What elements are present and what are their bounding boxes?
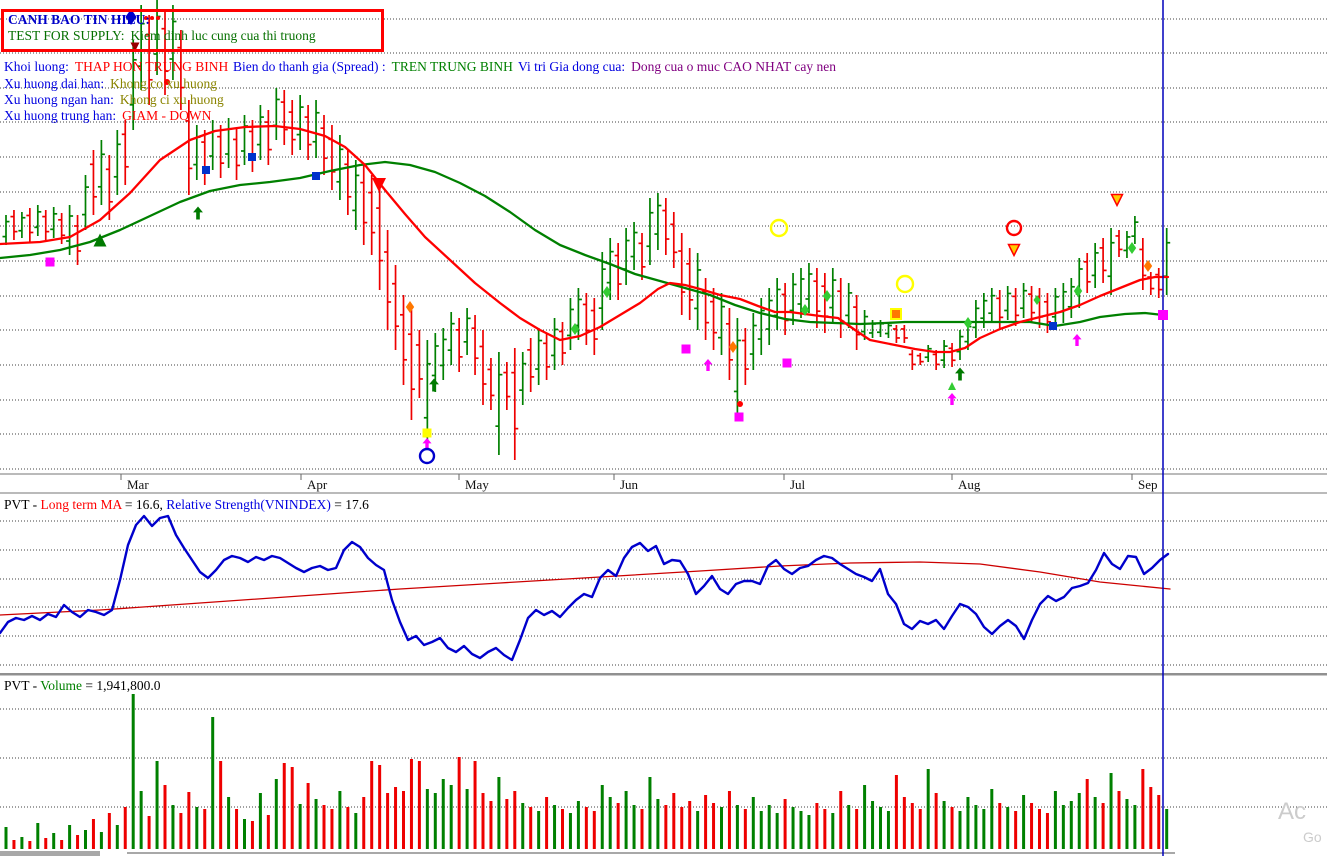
signal-arrow-up-marker	[429, 378, 439, 392]
signal-triangle-up-marker	[948, 382, 956, 390]
go-to-settings-watermark: Go	[1303, 829, 1322, 845]
month-axis-label: Apr	[307, 477, 328, 492]
alert-signal-text: Kiem dinh luc cung cua thi truong	[130, 28, 316, 43]
pvt-ma-value: = 16.6,	[121, 497, 167, 512]
signal-square-marker	[734, 412, 744, 422]
signal-arrow-up-marker	[955, 367, 965, 381]
signal-square-marker	[1049, 322, 1057, 330]
signal-square-marker	[890, 308, 902, 320]
month-axis-label: Jul	[790, 477, 806, 492]
volume-label: Volume	[40, 678, 83, 693]
chart-canvas: Mar Apr May Jun Jul Aug Sep	[0, 0, 1327, 856]
signal-triangle-down-marker	[1007, 243, 1021, 258]
signal-square-marker	[782, 358, 792, 368]
signal-arrow-up-marker	[1072, 334, 1082, 346]
scrollbar-thumb[interactable]	[0, 851, 100, 856]
pvt-line	[0, 514, 1170, 662]
month-axis-label: Mar	[127, 477, 149, 492]
panel-separator	[0, 673, 1327, 676]
pvt-rs-label: Relative Strength(VNINDEX)	[166, 497, 331, 512]
signal-circle-marker	[769, 218, 789, 238]
trend-short-label: Xu huong ngan han:	[4, 92, 114, 107]
alert-signal-label: TEST FOR SUPPLY:	[8, 28, 125, 43]
month-axis-label: May	[465, 477, 489, 492]
trend-long-value: Khong co xu huong	[110, 76, 217, 91]
signal-diamond-marker	[1143, 260, 1153, 272]
signal-square-marker	[1158, 310, 1168, 320]
pvt-ma-label: Long term MA	[40, 497, 122, 512]
status-row-trend-long: Xu huong dai han: Khong co xu huong	[4, 76, 217, 92]
volume-ticker: PVT -	[4, 678, 41, 693]
mid-term-ma-line	[0, 124, 1170, 354]
month-axis-label: Sep	[1138, 477, 1158, 492]
signal-square-marker	[202, 166, 210, 174]
signal-circle-marker	[418, 447, 436, 465]
month-axis-label: Jun	[620, 477, 639, 492]
close-position-value: Dong cua o muc CAO NHAT cay nen	[631, 59, 837, 74]
signal-diamond-marker	[1073, 285, 1083, 297]
trading-chart-window: Mar Apr May Jun Jul Aug Sep CANH BAO TIN HIEU:…	[0, 0, 1327, 856]
signal-square-marker	[312, 172, 320, 180]
pvt-ticker: PVT -	[4, 497, 41, 512]
activate-windows-watermark: Ac	[1278, 798, 1307, 825]
month-axis-label: Aug	[958, 477, 981, 492]
status-row-trend-short: Xu huong ngan han: Khong ci xu huong	[4, 92, 224, 108]
alert-title: CANH BAO TIN HIEU:	[8, 12, 150, 27]
trend-mid-label: Xu huong trung han:	[4, 108, 117, 123]
signal-diamond-marker	[405, 301, 415, 313]
trend-mid-value: GIAM - DOWN	[122, 108, 212, 123]
volume-status-value: THAP HON TRUNG BINH	[74, 59, 229, 74]
close-position-label: Vi tri Gia dong cua:	[518, 59, 626, 74]
trend-short-value: Khong ci xu huong	[119, 92, 224, 107]
signal-alert-box: CANH BAO TIN HIEU: TEST FOR SUPPLY: Kiem …	[1, 9, 384, 52]
signal-arrow-up-marker	[193, 206, 203, 220]
pvt-rs-value: = 17.6	[330, 497, 369, 512]
signal-square-marker	[422, 428, 432, 438]
signal-arrow-up-marker	[947, 393, 957, 405]
spread-status-value: TREN TRUNG BINH	[391, 59, 513, 74]
signal-circle-marker	[895, 274, 915, 294]
pvt-panel-title: PVT - Long term MA = 16.6, Relative Stre…	[4, 497, 369, 513]
signal-circle-marker	[1005, 219, 1023, 237]
status-row-trend-mid: Xu huong trung han: GIAM - DOWN	[4, 108, 211, 124]
volume-status-label: Khoi luong:	[4, 59, 69, 74]
signal-dot-marker	[737, 401, 743, 407]
signal-square-marker	[45, 257, 55, 267]
signal-square-marker	[248, 153, 256, 161]
long-term-ma-line	[0, 160, 1165, 328]
signal-triangle-down-marker	[1110, 193, 1124, 208]
signal-square-marker	[681, 344, 691, 354]
volume-panel-title: PVT - Volume = 1,941,800.0	[4, 678, 161, 694]
trend-long-label: Xu huong dai han:	[4, 76, 105, 91]
volume-value: = 1,941,800.0	[82, 678, 161, 693]
spread-status-label: Bien do thanh gia (Spread) :	[233, 59, 386, 74]
